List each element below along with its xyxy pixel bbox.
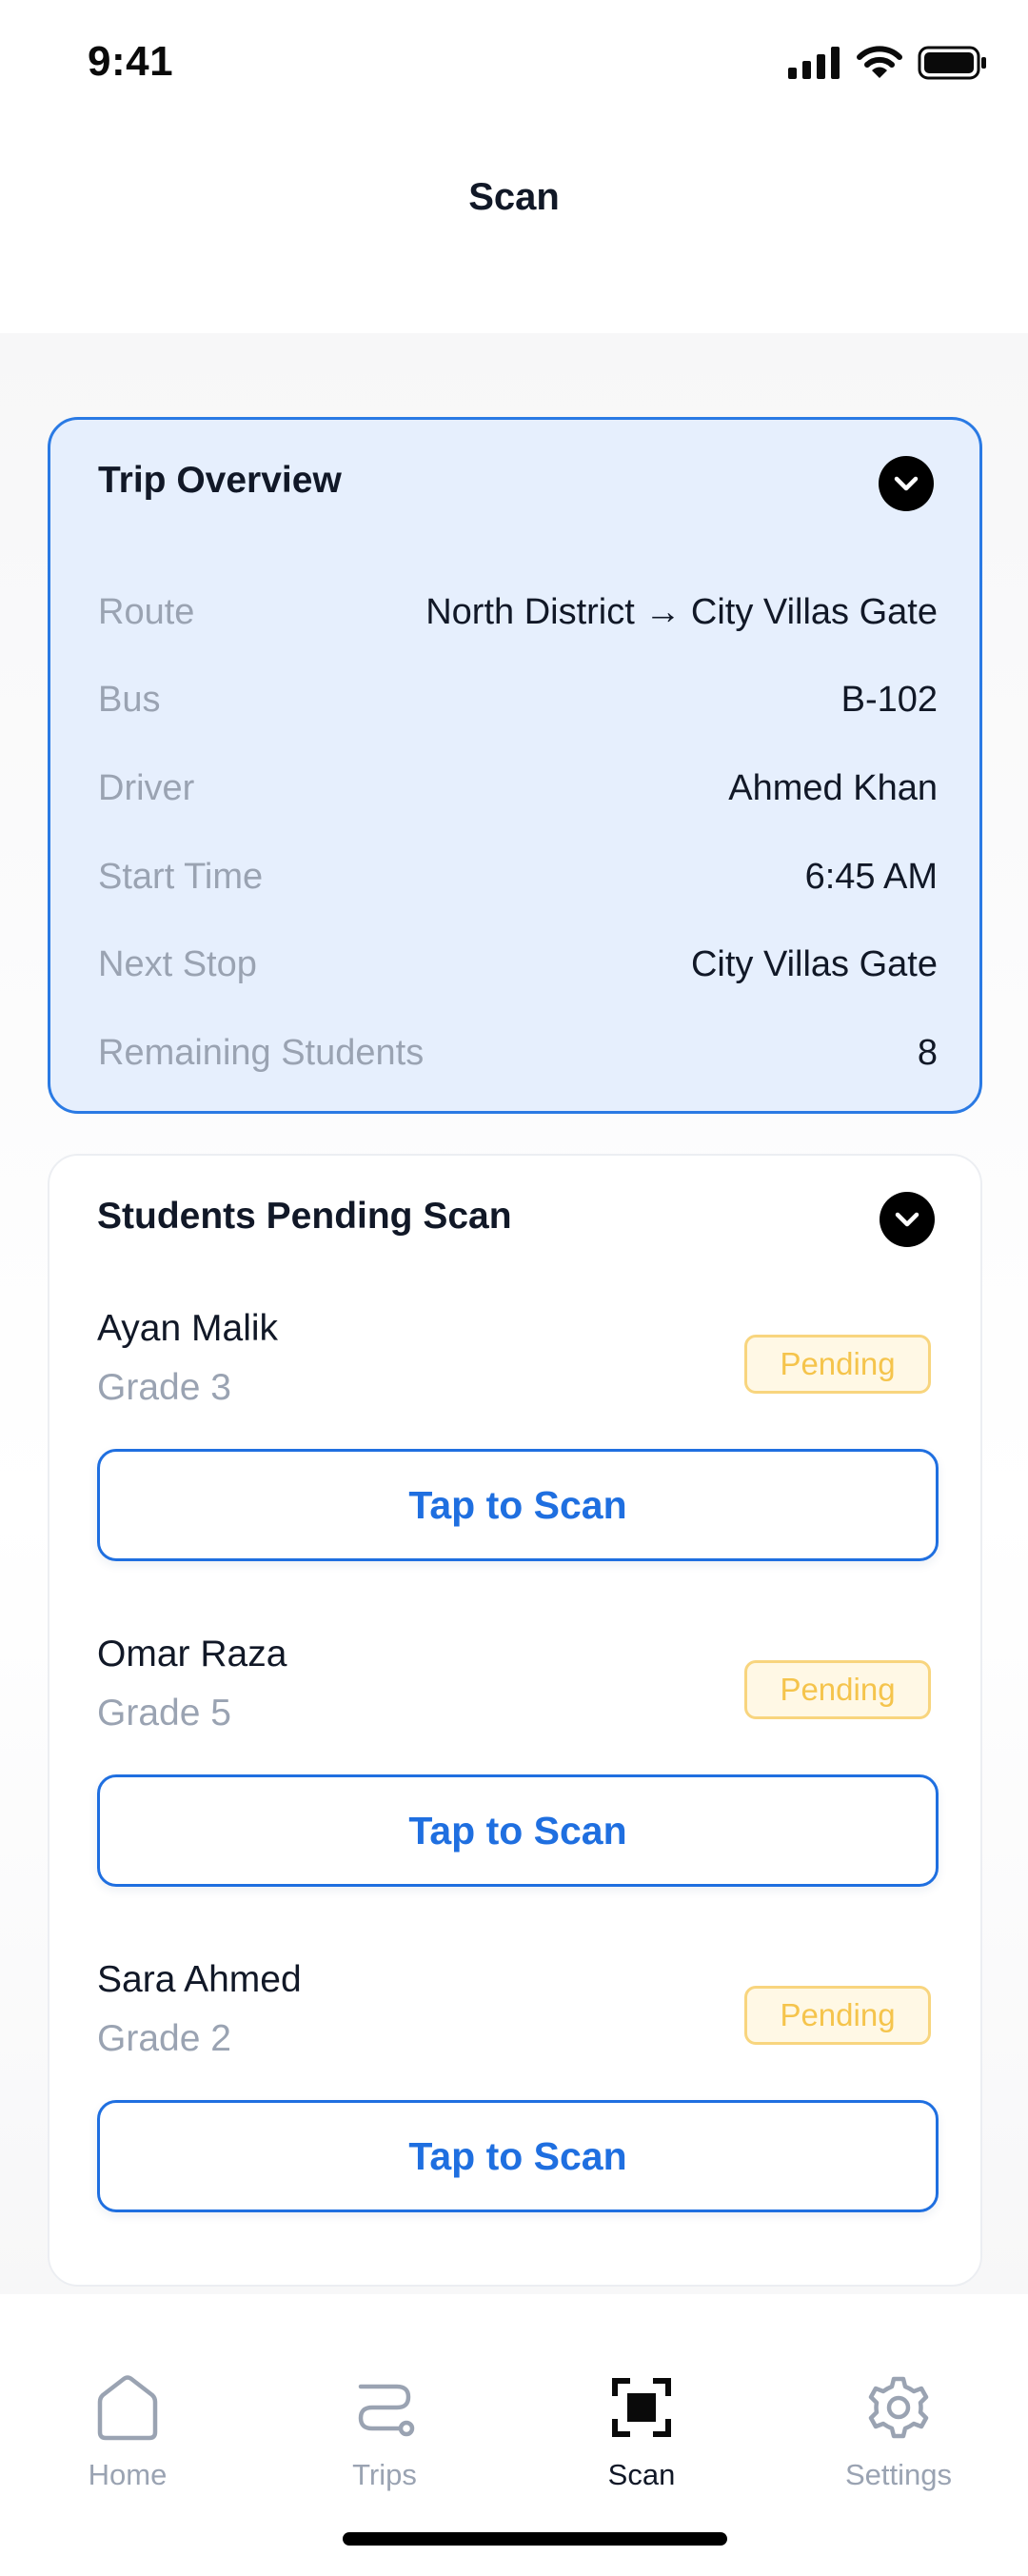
info-row-next-stop: Next Stop City Villas Gate xyxy=(98,936,938,993)
pending-scan-collapse-button[interactable] xyxy=(880,1192,935,1247)
wifi-icon xyxy=(857,46,902,78)
nav-label: Home xyxy=(88,2458,168,2491)
nav-item-settings[interactable]: Settings xyxy=(803,2370,994,2492)
info-value: B-102 xyxy=(840,679,938,720)
nav-label: Scan xyxy=(607,2458,676,2491)
info-row-route: Route North District → City Villas Gate xyxy=(98,584,938,641)
tap-to-scan-button[interactable]: Tap to Scan xyxy=(97,1774,939,1887)
info-label: Driver xyxy=(98,767,195,808)
header: Scan xyxy=(0,129,1028,333)
info-value: 8 xyxy=(917,1032,938,1073)
tap-to-scan-button[interactable]: Tap to Scan xyxy=(97,1449,939,1561)
home-icon xyxy=(97,2375,158,2441)
chevron-down-icon xyxy=(894,476,919,491)
info-label: Bus xyxy=(98,679,161,720)
nav-item-trips[interactable]: Trips xyxy=(289,2370,480,2492)
content: Trip Overview Route North District → Cit… xyxy=(0,333,1028,2294)
student-grade: Grade 3 xyxy=(97,1367,231,1408)
tap-to-scan-button[interactable]: Tap to Scan xyxy=(97,2100,939,2212)
trip-overview-title: Trip Overview xyxy=(98,460,342,501)
nav-label: Trips xyxy=(352,2458,417,2491)
nav-label: Settings xyxy=(844,2458,952,2491)
signal-icon xyxy=(788,47,840,79)
info-row-start-time: Start Time 6:45 AM xyxy=(98,848,938,905)
info-value: 6:45 AM xyxy=(804,856,938,897)
status-icons xyxy=(788,46,988,80)
info-value: City Villas Gate xyxy=(690,943,938,984)
info-row-bus: Bus B-102 xyxy=(98,671,938,728)
route-icon xyxy=(358,2384,415,2437)
nav-item-home[interactable]: Home xyxy=(32,2370,223,2492)
status-badge: Pending xyxy=(744,1986,931,2045)
page-title: Scan xyxy=(468,176,560,218)
info-value: Ahmed Khan xyxy=(728,767,938,808)
status-badge: Pending xyxy=(744,1335,931,1394)
battery-icon xyxy=(918,46,986,80)
info-label: Remaining Students xyxy=(98,1032,425,1073)
gear-icon xyxy=(868,2376,929,2439)
pending-scan-title: Students Pending Scan xyxy=(97,1196,512,1237)
info-row-driver: Driver Ahmed Khan xyxy=(98,760,938,817)
scan-icon xyxy=(612,2378,671,2437)
status-badge: Pending xyxy=(744,1660,931,1719)
status-bar: 9:41 xyxy=(0,0,1028,129)
nav-item-scan[interactable]: Scan xyxy=(546,2370,737,2492)
status-time: 9:41 xyxy=(88,38,174,85)
home-indicator xyxy=(343,2532,727,2546)
student-grade: Grade 5 xyxy=(97,1693,231,1734)
info-label: Start Time xyxy=(98,856,264,897)
trip-overview-collapse-button[interactable] xyxy=(879,456,934,511)
info-label: Route xyxy=(98,591,195,632)
student-name: Omar Raza xyxy=(97,1634,287,1674)
info-label: Next Stop xyxy=(98,943,257,984)
info-row-remaining-students: Remaining Students 8 xyxy=(98,1024,938,1081)
pending-scan-card: Students Pending Scan Ayan Malik Grade 3… xyxy=(48,1154,982,2287)
chevron-down-icon xyxy=(895,1212,919,1227)
info-value: North District → City Villas Gate xyxy=(425,591,938,632)
student-name: Sara Ahmed xyxy=(97,1959,302,2000)
student-grade: Grade 2 xyxy=(97,2018,231,2059)
trip-overview-card: Trip Overview Route North District → Cit… xyxy=(48,417,982,1114)
student-name: Ayan Malik xyxy=(97,1308,279,1349)
